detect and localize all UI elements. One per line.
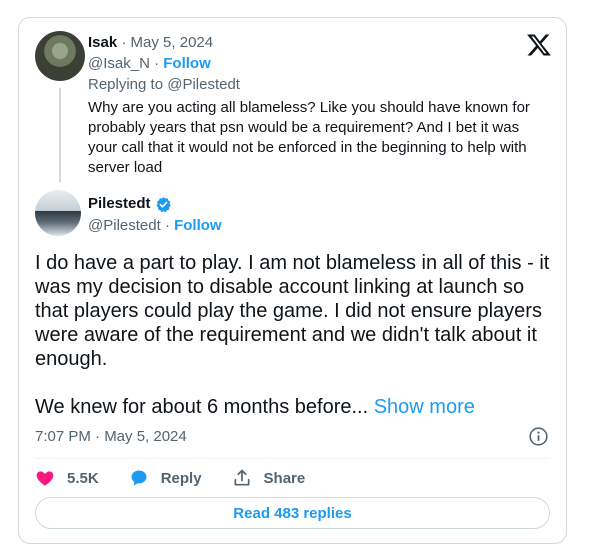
separator-dot: · (164, 217, 175, 234)
show-more-link[interactable]: Show more (374, 396, 475, 418)
replying-prefix: Replying to (88, 76, 164, 93)
parent-tweet-text: Why are you acting all blameless? Like y… (88, 99, 530, 176)
separator-dot: · (154, 55, 164, 72)
read-replies-button[interactable]: Read 483 replies (35, 497, 550, 529)
verified-badge-icon (156, 196, 171, 212)
reply-bubble-icon (131, 470, 147, 486)
replying-handle-link[interactable]: @Pilestedt (167, 76, 240, 93)
replying-to: Replying to @Pilestedt (88, 76, 240, 94)
parent-author-name[interactable]: Isak (88, 34, 117, 51)
separator-dot: · (121, 34, 131, 51)
share-button[interactable]: Share (232, 468, 306, 488)
divider (35, 458, 550, 459)
like-button[interactable]: 5.5K (35, 468, 99, 488)
parent-follow-link[interactable]: Follow (163, 55, 211, 72)
x-logo-icon[interactable] (526, 32, 552, 58)
embedded-tweet-card: Isak · May 5, 2024 @Isak_N · Follow Repl… (18, 17, 567, 544)
main-paragraph-2-text: We knew for about 6 months before... (35, 396, 369, 418)
parent-handle[interactable]: @Isak_N (88, 55, 150, 72)
main-avatar[interactable] (35, 190, 81, 236)
main-follow-link[interactable]: Follow (174, 217, 222, 234)
action-bar: 5.5K Reply Share (35, 468, 335, 488)
main-author-name[interactable]: Pilestedt (88, 195, 151, 213)
main-paragraph-1: I do have a part to play. I am not blame… (35, 252, 550, 370)
reply-button[interactable]: Reply (129, 468, 202, 488)
reply-label: Reply (160, 469, 202, 487)
like-count: 5.5K (67, 469, 99, 487)
main-header: Pilestedt (88, 195, 172, 213)
share-icon (234, 469, 250, 486)
parent-header: Isak · May 5, 2024 (88, 34, 213, 52)
info-icon[interactable] (528, 426, 549, 447)
share-label: Share (263, 469, 306, 487)
heart-icon (36, 471, 54, 486)
thread-line (59, 88, 61, 182)
parent-handle-row: @Isak_N · Follow (88, 55, 211, 73)
parent-date[interactable]: May 5, 2024 (131, 34, 214, 51)
main-tweet-text: I do have a part to play. I am not blame… (35, 251, 555, 443)
parent-avatar[interactable] (35, 31, 85, 81)
main-paragraph-2: We knew for about 6 months before... Sho… (35, 395, 555, 419)
tweet-timestamp[interactable]: 7:07 PM · May 5, 2024 (35, 428, 187, 446)
main-handle-row: @Pilestedt · Follow (88, 217, 222, 235)
main-handle[interactable]: @Pilestedt (88, 217, 161, 234)
